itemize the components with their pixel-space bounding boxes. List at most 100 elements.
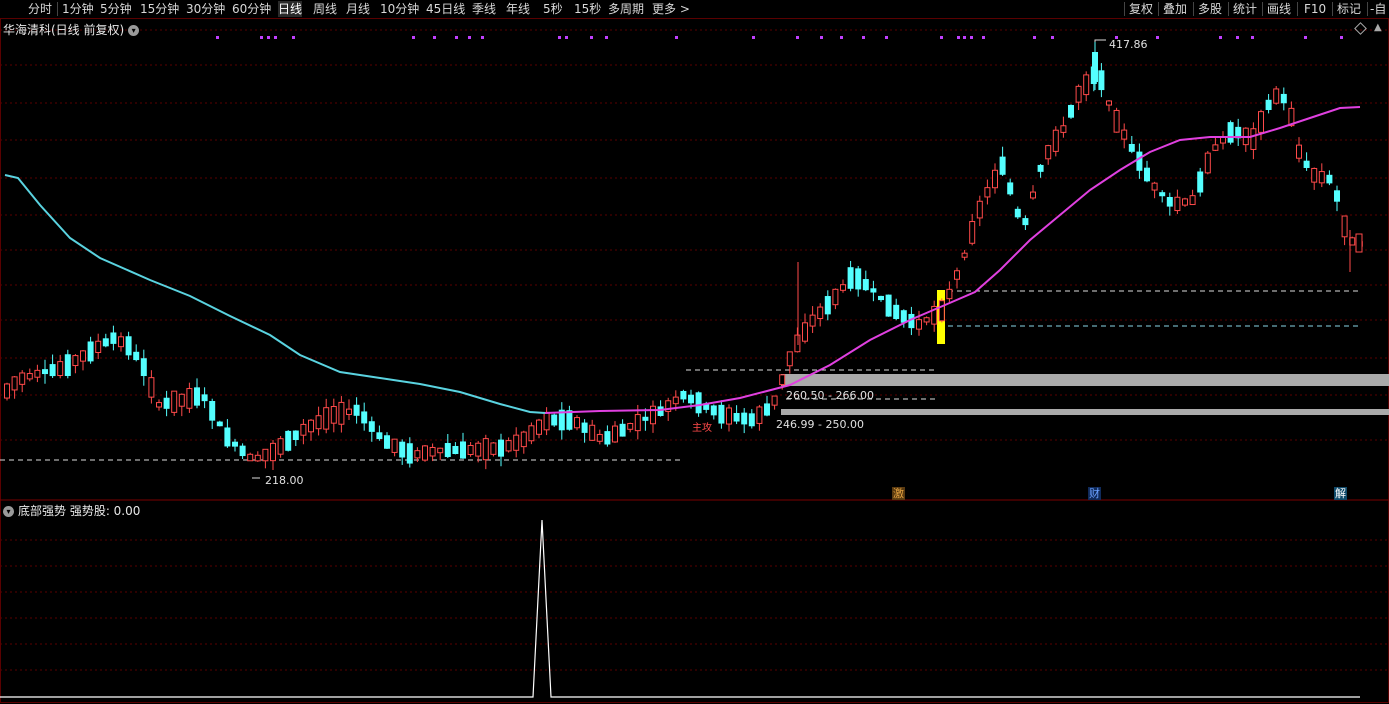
zone-bar (781, 409, 1389, 415)
candle-body (946, 288, 953, 300)
candle-body (741, 412, 748, 425)
signal-label: 主攻 (692, 421, 712, 434)
candle-body (581, 422, 588, 433)
candle-body (498, 439, 504, 457)
candle-body (277, 438, 284, 455)
candle-body (384, 435, 390, 449)
signal-dot (558, 36, 561, 39)
candle-body (232, 441, 238, 447)
candle-body (194, 387, 200, 406)
candle-body (414, 450, 421, 459)
candle-body (619, 423, 626, 437)
candle-body (224, 427, 231, 447)
signal-dot (267, 36, 270, 39)
candle-body (49, 364, 56, 377)
signal-dot (1304, 36, 1307, 39)
candle-body (779, 374, 786, 386)
candle-body (513, 434, 520, 451)
signal-dot (970, 36, 973, 39)
candle-body (1250, 128, 1257, 150)
sub-chart-title: ▾ 底部强势 强势股: 0.00 (3, 502, 140, 519)
moving-averages (4, 106, 1361, 414)
candle-body (300, 423, 307, 436)
candle-body (574, 417, 580, 429)
candle-body (315, 415, 322, 430)
candle-body (1273, 88, 1280, 104)
candle-body (1092, 52, 1098, 82)
candle-body (140, 358, 147, 377)
arrow-up-icon[interactable]: ▲ (1374, 22, 1382, 33)
signal-dot (957, 36, 960, 39)
candle-body (1128, 143, 1135, 152)
badge-ji: 激 (892, 487, 905, 500)
candle-body (42, 369, 48, 375)
candle-body (824, 296, 831, 315)
candle-body (292, 430, 299, 441)
candle-body (1204, 152, 1211, 174)
signal-dot (468, 36, 471, 39)
candle-body (490, 442, 497, 455)
signal-dot (292, 36, 295, 39)
candle-body (862, 279, 869, 291)
candle-body (718, 404, 725, 424)
candle-body (1212, 144, 1219, 151)
candle-body (338, 401, 345, 425)
signal-dot (840, 36, 843, 39)
candle-body (102, 338, 109, 347)
signal-dot (820, 36, 823, 39)
badge-jie: 解 (1334, 487, 1347, 500)
chevron-down-icon[interactable]: ▾ (128, 25, 140, 36)
kline-chart-canvas[interactable]: 417.86 218.00 260.50 - 266.00 246.99 - 2… (0, 0, 1389, 704)
chart-grid (0, 18, 1389, 703)
candle-body (72, 355, 79, 367)
candle-body (855, 268, 862, 290)
candle-body (270, 442, 276, 462)
candle-body (893, 304, 900, 320)
candle-body (1326, 174, 1333, 184)
candle-body (840, 284, 846, 291)
signal-dot (565, 36, 568, 39)
candle-body (1197, 171, 1204, 193)
candle-body (900, 310, 907, 323)
candle-body (125, 336, 132, 356)
candle-body (1136, 151, 1143, 171)
signal-dot (274, 36, 277, 39)
chevron-down-icon[interactable]: ▾ (3, 506, 14, 517)
candle-body (239, 445, 246, 457)
candle-body (1022, 218, 1029, 226)
indicator-name: 底部强势 强势股: 0.00 (18, 504, 141, 518)
candle-body (1265, 99, 1272, 110)
candle-body (361, 411, 368, 424)
candle-body (1083, 74, 1090, 96)
candle-body (186, 388, 193, 409)
candle-body (444, 443, 451, 457)
candle-body (156, 402, 162, 408)
candle-body (406, 443, 413, 464)
signal-dot (940, 36, 943, 39)
candle-body (1159, 192, 1166, 197)
candle-body (1355, 233, 1363, 253)
candle-body (528, 425, 535, 442)
candle-body (452, 445, 459, 455)
candle-body (1098, 70, 1105, 91)
candle-body (1341, 215, 1348, 238)
candle-body (688, 394, 694, 404)
candle-body (885, 294, 892, 317)
candle-body (764, 403, 770, 416)
signal-dot (1051, 36, 1054, 39)
candle-body (672, 396, 679, 405)
candle-body (247, 453, 254, 462)
candle-body (254, 454, 261, 462)
candle-body (437, 447, 444, 454)
signal-markers (216, 36, 1343, 39)
candle-body (536, 419, 542, 435)
candle-body (733, 413, 740, 422)
main-chart-title: 华海清科(日线 前复权) ▾ (3, 21, 140, 38)
support-zones (0, 39, 1389, 479)
stock-title: 华海清科(日线 前复权) (3, 23, 125, 37)
signal-dot (982, 36, 985, 39)
candle-body (999, 156, 1006, 175)
candle-body (680, 390, 687, 400)
candle-body (710, 405, 717, 416)
candle-body (976, 200, 983, 219)
